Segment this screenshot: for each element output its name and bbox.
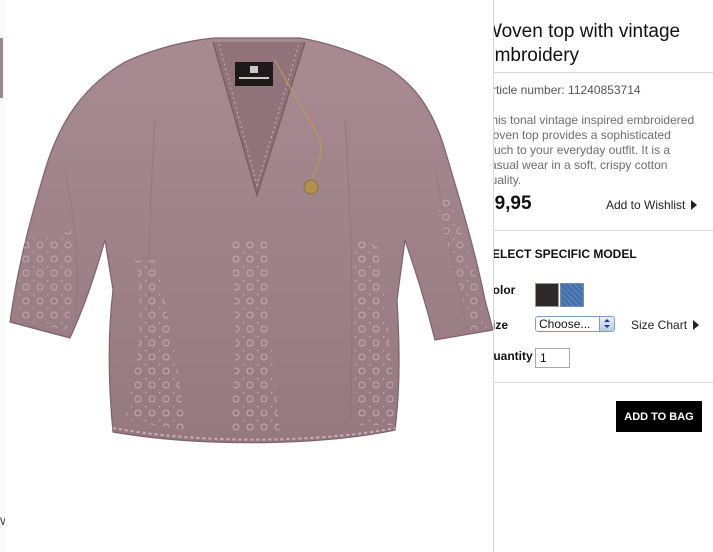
product-title: Woven top with vintage embroidery <box>494 21 681 66</box>
add-to-bag-button[interactable]: ADD TO BAG <box>616 401 702 432</box>
divider <box>494 230 713 231</box>
divider <box>494 382 713 383</box>
article-number: Article number: 11240853714 <box>494 83 641 97</box>
add-to-wishlist-link[interactable]: Add to Wishlist <box>606 198 698 212</box>
size-chart-link[interactable]: Size Chart <box>631 318 700 332</box>
select-arrows-icon[interactable] <box>599 317 614 331</box>
color-swatch-blue[interactable] <box>560 283 584 307</box>
size-label: Size <box>494 318 509 332</box>
product-description: This tonal vintage inspired embroidered … <box>494 113 695 187</box>
size-chart-label: Size Chart <box>631 318 688 332</box>
color-swatch-dark[interactable] <box>535 283 559 307</box>
arrow-right-icon <box>693 320 700 330</box>
wishlist-label: Add to Wishlist <box>606 198 686 212</box>
size-select[interactable]: Choose... <box>535 316 615 332</box>
product-price: 99,95 <box>494 193 532 214</box>
product-detail-panel: Woven top with vintage embroidery Articl… <box>494 0 713 552</box>
previous-thumbnail-edge[interactable] <box>0 38 3 98</box>
product-image <box>9 37 493 444</box>
section-title: SELECT SPECIFIC MODEL <box>494 247 637 261</box>
quantity-label: Quantity <box>494 349 533 363</box>
necklace-pendant <box>303 179 319 195</box>
arrow-right-icon <box>691 200 698 210</box>
divider <box>494 72 713 73</box>
size-select-value: Choose... <box>539 317 591 331</box>
quantity-input[interactable] <box>535 348 570 368</box>
color-label: Color <box>494 283 516 297</box>
product-image-panel <box>5 0 494 552</box>
brand-label-tag <box>235 62 273 86</box>
